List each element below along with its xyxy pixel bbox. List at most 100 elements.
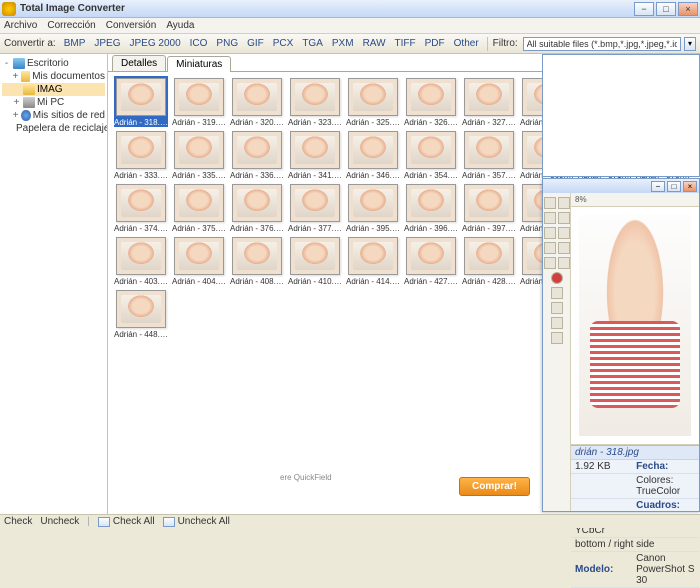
thumbnail[interactable]: Adrián - 376.jpg [230,184,284,233]
status-check[interactable]: Check [4,516,32,527]
tree-label: Mis documentos [32,71,105,82]
tool-brush-icon[interactable] [544,257,556,269]
tool-select-icon[interactable] [544,197,556,209]
expand-icon[interactable]: + [12,97,21,108]
fmt-gif[interactable]: GIF [244,37,267,50]
thumbnail[interactable]: Adrián - 333.jpg [114,131,168,180]
menubar: Archivo Corrección Conversión Ayuda [0,18,700,34]
thumbnail[interactable]: Adrián - 318.jpg [114,78,168,127]
tree-item-4[interactable]: +Mis sitios de red [2,109,105,122]
thumbnail[interactable]: Adrián - 346.jpg [346,131,400,180]
tool-flip-v-icon[interactable] [558,242,570,254]
tool-undo-icon[interactable] [551,332,563,344]
editor-max-button[interactable]: □ [667,181,681,192]
thumbnail[interactable]: Adrián - 323.jpg [288,78,342,127]
thumb-caption: Adrián - 408.jpg [230,277,284,286]
thumbnail[interactable]: Adrián - 414.jpg [346,237,400,286]
thumbnail[interactable]: Adrián - 320.jpg [230,78,284,127]
tree-item-1[interactable]: + Mis documentos [2,70,105,83]
tree-item-2[interactable]: IMAG [2,83,105,96]
expand-icon[interactable]: - [2,58,11,69]
tool-zoom-icon[interactable] [544,212,556,224]
editor-window: − □ × 8% drián - 318.jpg 1.92 KBFecha: C… [542,178,700,512]
fmt-ico[interactable]: ICO [187,37,211,50]
thumbnail[interactable]: Adrián - 327.jpg [462,78,516,127]
thumbnail[interactable]: Adrián - 395.jpg [346,184,400,233]
fmt-other[interactable]: Other [451,37,482,50]
thumb-image [290,184,340,222]
close-button[interactable]: × [678,2,698,16]
editor-close-button[interactable]: × [683,181,697,192]
minimize-button[interactable]: − [634,2,654,16]
tool-flip-h-icon[interactable] [544,242,556,254]
thumb-image [406,78,456,116]
fmt-raw[interactable]: RAW [360,37,389,50]
thumbnail[interactable]: Adrián - 374.jpg [114,184,168,233]
thumb-caption: Adrián - 396.jpg [404,224,458,233]
status-uncheckall[interactable]: Uncheck All [178,516,230,527]
thumbnail[interactable]: Adrián - 335.jpg [172,131,226,180]
editor-min-button[interactable]: − [651,181,665,192]
filter-combobox[interactable] [523,37,681,51]
tool-grid-icon[interactable] [551,287,563,299]
editor-titlebar: − □ × [543,179,699,193]
checkall-icon[interactable] [98,517,110,527]
thumbnail[interactable]: Adrián - 375.jpg [172,184,226,233]
tab-detalles[interactable]: Detalles [112,55,166,71]
tool-color-icon[interactable] [551,272,563,284]
editor-preview[interactable] [571,207,699,445]
menu-archivo[interactable]: Archivo [4,20,37,31]
tree-item-0[interactable]: -Escritorio [2,57,105,70]
thumbnail[interactable]: Adrián - 404.jpg [172,237,226,286]
thumbnail[interactable]: Adrián - 448.jpg [114,290,168,339]
menu-correccion[interactable]: Corrección [47,20,95,31]
tool-hand-icon[interactable] [558,197,570,209]
tool-crop-icon[interactable] [558,212,570,224]
tab-miniaturas[interactable]: Miniaturas [167,56,231,72]
expand-icon[interactable]: + [12,110,19,121]
fmt-pdf[interactable]: PDF [422,37,448,50]
thumbnail[interactable]: Adrián - 396.jpg [404,184,458,233]
fmt-jpeg[interactable]: JPEG [91,37,123,50]
thumbnail[interactable]: Adrián - 410.jpg [288,237,342,286]
thumbnail[interactable]: Adrián - 341.jpg [288,131,342,180]
maximize-button[interactable]: □ [656,2,676,16]
fmt-png[interactable]: PNG [213,37,241,50]
thumb-image [290,237,340,275]
tool-rotate-l-icon[interactable] [544,227,556,239]
tool-text-icon[interactable] [558,257,570,269]
menu-ayuda[interactable]: Ayuda [166,20,194,31]
status-checkall[interactable]: Check All [113,516,155,527]
thumbnail[interactable]: Adrián - 336.jpg [230,131,284,180]
fmt-pcx[interactable]: PCX [270,37,297,50]
tool-effects-icon[interactable] [551,317,563,329]
convert-button[interactable]: Comprar! [459,477,530,496]
thumbnail[interactable]: Adrián - 427.jpg [404,237,458,286]
tool-rotate-r-icon[interactable] [558,227,570,239]
thumbnail[interactable]: Adrián - 357.jpg [462,131,516,180]
menu-conversion[interactable]: Conversión [106,20,157,31]
tree-item-3[interactable]: + Mi PC [2,96,105,109]
thumbnail[interactable]: Adrián - 403.jpg [114,237,168,286]
fmt-tga[interactable]: TGA [299,37,326,50]
thumbnail[interactable]: Adrián - 325.jpg [346,78,400,127]
thumbnail[interactable]: Adrián - 354.jpg [404,131,458,180]
fmt-jpeg2000[interactable]: JPEG 2000 [126,37,183,50]
fmt-pxm[interactable]: PXM [329,37,357,50]
thumbnail[interactable]: Adrián - 408.jpg [230,237,284,286]
thumbnail[interactable]: Adrián - 319.jpg [172,78,226,127]
thumbnail[interactable]: Adrián - 397.jpg [462,184,516,233]
fmt-tiff[interactable]: TIFF [392,37,419,50]
fmt-bmp[interactable]: BMP [61,37,89,50]
tool-resize-icon[interactable] [551,302,563,314]
expand-icon[interactable]: + [12,71,19,82]
thumbnail[interactable]: Adrián - 428.jpg [462,237,516,286]
filter-dropdown-icon[interactable]: ▾ [684,37,696,51]
tree-label: Mi PC [37,97,64,108]
uncheckall-icon[interactable] [163,517,175,527]
tree-item-5[interactable]: Papelera de reciclaje [2,122,105,135]
thumbnail[interactable]: Adrián - 326.jpg [404,78,458,127]
thumbnail[interactable]: Adrián - 377.jpg [288,184,342,233]
thumb-image [232,184,282,222]
status-uncheck[interactable]: Uncheck [40,516,79,527]
